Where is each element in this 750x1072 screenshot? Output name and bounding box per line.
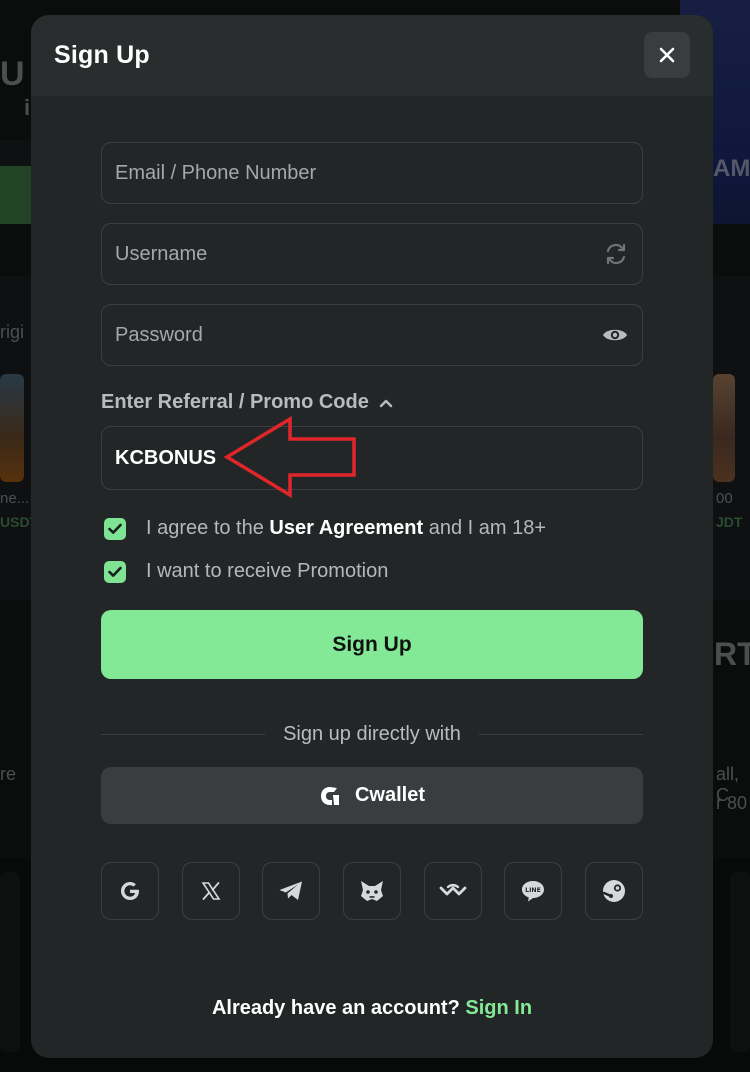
agreement-text-suffix: and I am 18+ — [423, 517, 547, 539]
cwallet-button[interactable]: Cwallet — [101, 767, 643, 824]
x-icon — [201, 882, 221, 900]
walletconnect-login-button[interactable] — [423, 862, 482, 920]
email-field[interactable] — [101, 142, 643, 204]
signup-modal: Sign Up Email / Phone Number Username En… — [31, 15, 713, 1058]
user-agreement-link[interactable]: User Agreement — [269, 517, 423, 539]
checkmark-icon — [108, 566, 122, 577]
agreement-text-prefix: I agree to the — [146, 517, 270, 539]
cwallet-icon — [320, 786, 339, 805]
modal-title: Sign Up — [54, 41, 150, 69]
agreement-checkbox[interactable] — [104, 517, 126, 540]
signin-link[interactable]: Sign In — [465, 997, 532, 1019]
promo-code-field[interactable]: KCBONUS — [101, 426, 643, 490]
username-field[interactable] — [101, 223, 643, 285]
annotation-arrow-icon — [224, 416, 356, 498]
social-divider: Sign up directly with — [101, 723, 643, 746]
chevron-up-icon — [379, 399, 393, 407]
x-login-button[interactable] — [181, 862, 240, 920]
signin-question: Already have an account? — [211, 997, 460, 1019]
password-input[interactable] — [115, 323, 575, 347]
promo-code-toggle[interactable]: Enter Referral / Promo Code — [101, 391, 393, 414]
google-login-button[interactable] — [101, 862, 159, 920]
divider-line — [478, 733, 643, 736]
agreement-checkbox-row: I agree to the User Agreement and I am 1… — [104, 517, 546, 540]
promo-code-value[interactable]: KCBONUS — [115, 447, 216, 470]
line-icon: LINE — [522, 881, 545, 902]
social-login-row: LINE — [101, 862, 643, 920]
steam-icon — [602, 880, 625, 902]
walletconnect-icon — [439, 883, 467, 896]
promotion-checkbox[interactable] — [104, 560, 126, 583]
telegram-login-button[interactable] — [262, 862, 321, 920]
divider-text: Sign up directly with — [283, 723, 461, 745]
signup-button[interactable]: Sign Up — [101, 610, 643, 679]
promotion-checkbox-row: I want to receive Promotion — [104, 560, 388, 583]
email-input[interactable] — [115, 161, 575, 185]
cwallet-label: Cwallet — [354, 784, 426, 806]
steam-login-button[interactable] — [584, 862, 643, 920]
password-field[interactable] — [101, 304, 643, 366]
svg-text:LINE: LINE — [525, 887, 541, 894]
promotion-label: I want to receive Promotion — [146, 560, 389, 582]
username-input[interactable] — [115, 242, 575, 266]
modal-header: Sign Up — [31, 15, 713, 96]
close-icon — [659, 47, 675, 63]
promo-code-toggle-label: Enter Referral / Promo Code — [101, 391, 369, 413]
refresh-icon[interactable] — [604, 242, 628, 266]
metamask-login-button[interactable] — [342, 862, 401, 920]
google-icon — [121, 882, 139, 900]
divider-line — [101, 733, 266, 736]
signin-prompt: Already have an account? Sign In — [31, 997, 713, 1020]
metamask-icon — [360, 881, 383, 901]
telegram-icon — [279, 881, 303, 900]
agreement-label: I agree to the User Agreement and I am 1… — [146, 517, 546, 540]
close-button[interactable] — [644, 32, 690, 78]
line-login-button[interactable]: LINE — [504, 862, 563, 920]
eye-icon[interactable] — [602, 325, 628, 345]
checkmark-icon — [108, 523, 122, 534]
